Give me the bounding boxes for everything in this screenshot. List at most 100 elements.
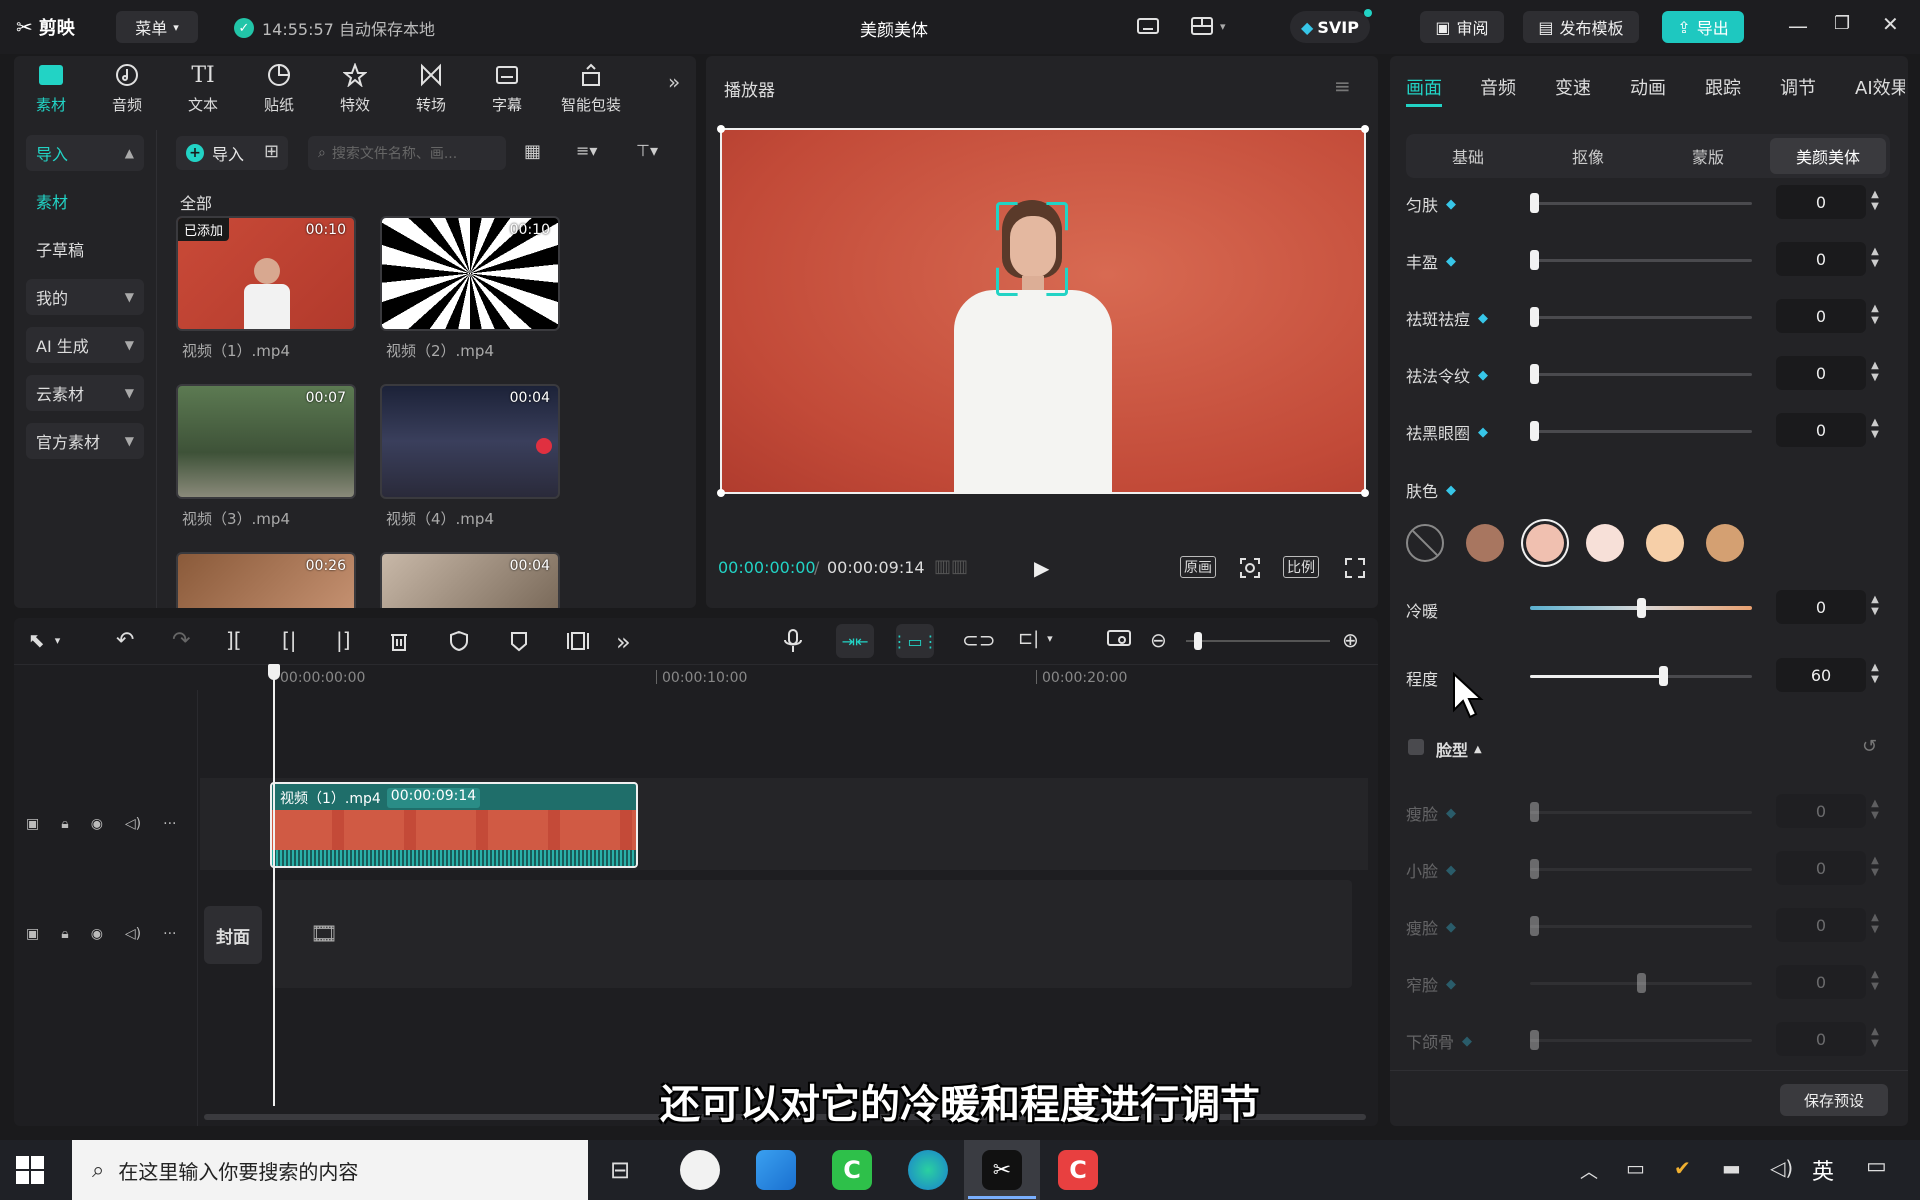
redo-icon[interactable]: ↷ <box>172 628 190 653</box>
face-shape-header[interactable]: 脸型 ▲ <box>1436 737 1482 761</box>
tool-subtitle[interactable]: 字幕 <box>472 60 542 115</box>
resize-handle[interactable] <box>717 125 725 133</box>
slider-knob[interactable] <box>1530 802 1539 822</box>
split-icon[interactable]: ][ <box>226 628 242 652</box>
slider-knob[interactable] <box>1530 1030 1539 1050</box>
more-tools-icon[interactable]: » <box>668 70 680 94</box>
zoom-out-icon[interactable]: ⊖ <box>1150 628 1167 652</box>
original-quality-button[interactable]: 原画 <box>1180 556 1216 578</box>
app-icon-explorer[interactable] <box>756 1150 796 1190</box>
side-item-official[interactable]: 官方素材 ▼ <box>26 423 144 459</box>
slider-stepper[interactable]: ▲ ▼ <box>1866 246 1884 270</box>
slider-track[interactable] <box>1530 430 1752 433</box>
timeline-clip[interactable]: 视频（1）.mp4 00:00:09:14 <box>270 782 638 868</box>
slider-value[interactable]: 0 <box>1776 413 1866 447</box>
export-button[interactable]: ⇪ 导出 <box>1662 11 1744 43</box>
slider-knob[interactable] <box>1530 421 1539 441</box>
delete-icon[interactable] <box>388 630 410 652</box>
face-shape-checkbox[interactable] <box>1408 739 1424 755</box>
screenshot-icon[interactable] <box>1238 556 1262 580</box>
slider-knob[interactable] <box>1530 250 1539 270</box>
fullscreen-icon[interactable] <box>1344 557 1366 579</box>
more-icon[interactable]: ··· <box>163 926 176 942</box>
side-item-import[interactable]: 导入 ▲ <box>26 135 144 171</box>
preview-axis-toggle[interactable]: ⊏| ▾ <box>1018 628 1053 649</box>
slider-value[interactable]: 0 <box>1776 185 1866 219</box>
slider-value[interactable]: 0 <box>1776 299 1866 333</box>
publish-template-button[interactable]: ▤ 发布模板 <box>1523 11 1639 43</box>
clip-thumb-3[interactable]: 00:07 <box>176 384 356 499</box>
slider-stepper[interactable]: ▲ ▼ <box>1866 912 1884 936</box>
lock-icon[interactable]: 🔒︎ <box>61 926 68 942</box>
track-type-icon[interactable]: ▣ <box>26 816 39 832</box>
side-item-mine[interactable]: 我的 ▼ <box>26 279 144 315</box>
tab-tracking[interactable]: 跟踪 <box>1705 74 1741 100</box>
tab-adjust[interactable]: 调节 <box>1780 74 1816 100</box>
save-preset-button[interactable]: 保存预设 <box>1780 1084 1888 1116</box>
clip-thumb-5[interactable]: 00:26 <box>176 552 356 608</box>
sort-icon[interactable]: ≡▾ <box>576 141 597 160</box>
view-mode-icon[interactable]: ▦ <box>524 141 541 162</box>
close-icon[interactable]: ✕ <box>1882 12 1899 36</box>
slider-track[interactable] <box>1530 373 1752 376</box>
slider-track[interactable] <box>1530 868 1752 871</box>
screen-icon[interactable] <box>1106 628 1132 650</box>
windows-start-icon[interactable] <box>12 1152 48 1188</box>
aspect-ratio-button[interactable]: 比例 <box>1283 556 1319 578</box>
trim-left-icon[interactable]: [| <box>282 628 297 652</box>
subtab-mask[interactable]: 蒙版 <box>1650 138 1766 174</box>
video-preview[interactable] <box>717 125 1369 497</box>
track-type-icon[interactable]: ▣ <box>26 926 39 942</box>
filter-icon[interactable]: ⊤▾ <box>636 141 658 160</box>
speaker-icon[interactable]: ◁) <box>125 926 141 942</box>
tool-effects[interactable]: 特效 <box>320 60 390 115</box>
clip-thumb-2[interactable]: 00:10 <box>380 216 560 331</box>
skin-color-none[interactable] <box>1406 524 1444 562</box>
slider-knob[interactable] <box>1637 973 1646 993</box>
tray-battery-icon[interactable]: ▬ <box>1722 1156 1741 1180</box>
resize-handle[interactable] <box>1361 125 1369 133</box>
waveform-icon[interactable]: ▥▥ <box>934 556 968 577</box>
tool-sticker[interactable]: 贴纸 <box>244 60 314 115</box>
slider-stepper[interactable]: ▲ ▼ <box>1866 417 1884 441</box>
degree-knob[interactable] <box>1659 666 1668 686</box>
slider-stepper[interactable]: ▲ ▼ <box>1866 969 1884 993</box>
minimize-icon[interactable]: — <box>1788 14 1808 38</box>
main-track-magnet-toggle[interactable]: ⇥⇤ <box>836 624 874 658</box>
tool-media[interactable]: 素材 <box>16 60 86 115</box>
skin-color-swatch[interactable] <box>1526 524 1564 562</box>
search-input[interactable]: ⌕ 搜索文件名称、画... <box>308 136 506 170</box>
degree-value[interactable]: 60 <box>1776 658 1866 692</box>
tray-chevron-icon[interactable]: ︿ <box>1580 1158 1598 1184</box>
clip-thumb-6[interactable]: 00:04 <box>380 552 560 608</box>
tray-check-icon[interactable]: ✔ <box>1674 1156 1691 1180</box>
app-icon-green-c[interactable]: C <box>832 1150 872 1190</box>
clip-thumb-4[interactable]: 00:04 <box>380 384 560 499</box>
shield-icon[interactable] <box>448 630 470 652</box>
menu-button[interactable]: 菜单 ▾ <box>116 11 198 43</box>
tool-smart-package[interactable]: 智能包装 <box>548 60 634 115</box>
subtab-basic[interactable]: 基础 <box>1410 138 1526 174</box>
slider-value[interactable]: 0 <box>1776 965 1866 999</box>
crop-icon[interactable] <box>566 630 590 652</box>
grid-icon[interactable]: ⊞ <box>264 141 279 162</box>
play-icon[interactable]: ▶ <box>1034 556 1049 580</box>
slider-value[interactable]: 0 <box>1776 242 1866 276</box>
slider-knob[interactable] <box>1530 364 1539 384</box>
tool-transition[interactable]: 转场 <box>396 60 466 115</box>
tray-device-icon[interactable]: ▭ <box>1626 1156 1645 1180</box>
select-tool[interactable]: ⬉ ▾ <box>28 628 60 652</box>
zoom-track[interactable] <box>1186 640 1330 642</box>
slider-value[interactable]: 0 <box>1776 908 1866 942</box>
slider-track[interactable] <box>1530 202 1752 205</box>
player-menu-icon[interactable]: ≡ <box>1334 74 1351 98</box>
warm-value[interactable]: 0 <box>1776 590 1866 624</box>
tab-ai-effects[interactable]: AI效果 <box>1855 74 1905 100</box>
clip-thumb-1[interactable]: 已添加 00:10 <box>176 216 356 331</box>
tab-animation[interactable]: 动画 <box>1630 74 1666 100</box>
speaker-icon[interactable]: ◁) <box>125 816 141 832</box>
slider-track[interactable] <box>1530 316 1752 319</box>
notification-icon[interactable]: ▭ <box>1866 1154 1887 1179</box>
eye-icon[interactable]: ◉ <box>91 926 103 942</box>
slider-stepper[interactable]: ▲ ▼ <box>1866 798 1884 822</box>
